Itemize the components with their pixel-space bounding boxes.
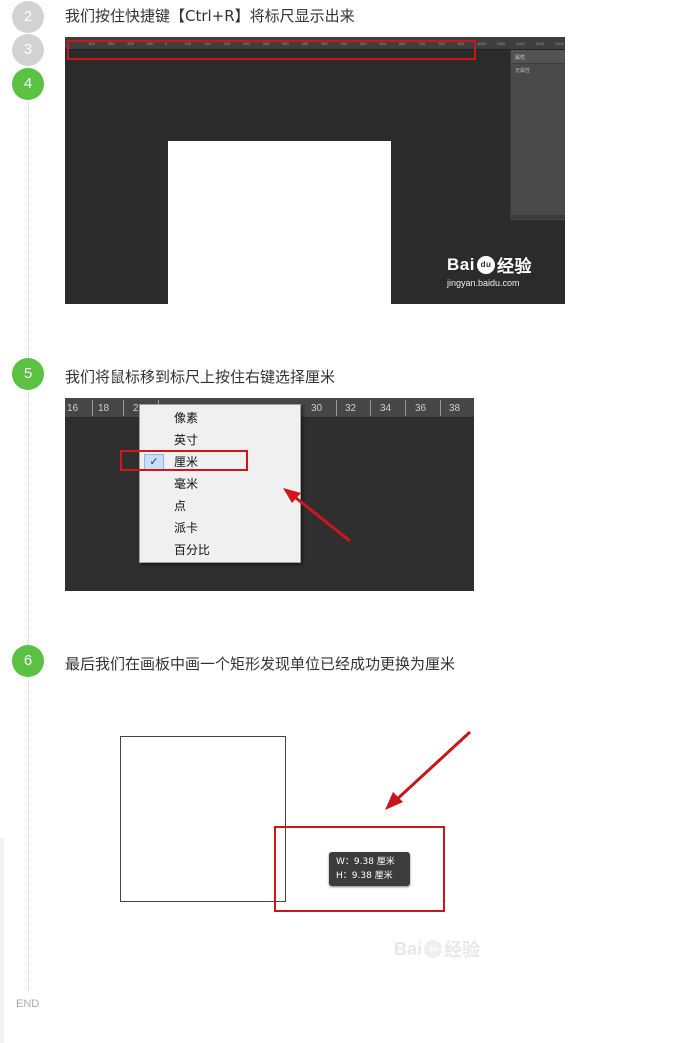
ruler-tick-label: 1200	[555, 41, 564, 46]
watermark-logo: Bai du 经验	[394, 938, 481, 961]
ruler-tick-label: 1100	[516, 41, 525, 46]
step-badge-2: 2	[12, 1, 44, 33]
ruler-highlight-box	[67, 40, 476, 60]
panel-footer	[510, 215, 565, 219]
left-gutter-strip	[0, 838, 4, 1043]
step-badge-5: 5	[12, 358, 44, 390]
watermark-logo: Bai du 经验	[447, 254, 532, 277]
ruler-tick-label: 1150	[535, 41, 545, 46]
pointer-arrow-icon	[283, 488, 351, 543]
step-5-text: 我们将鼠标移到标尺上按住右键选择厘米	[65, 368, 336, 386]
end-label: END	[16, 998, 40, 1010]
screenshot-rectangle-size: W：9.38 厘米 H：9.38 厘米 Bai du 经验	[98, 718, 510, 976]
step-6-text: 最后我们在画板中画一个矩形发现单位已经成功更换为厘米	[65, 655, 456, 673]
watermark-url: jingyan.baidu.com	[447, 278, 520, 288]
step-badge-4: 4	[12, 68, 44, 100]
artboard	[168, 141, 391, 304]
screenshot-ruler-context-menu: 16 18 2 30 32 34 36 38 像素 英寸 ✓ 厘米 毫米点派卡 百分比	[65, 398, 474, 591]
ruler-tick-label: 1000	[477, 41, 486, 46]
properties-panel: 属性 无属性	[510, 50, 565, 220]
screenshot-ruler-shown: -400 -350 -300 -250 0 100 150 200 250 300 350 400 45…	[65, 37, 565, 304]
panel-tab-properties[interactable]: 属性	[511, 50, 565, 64]
paw-icon: du	[476, 255, 495, 274]
step-2-text: 我们按住快捷键【Ctrl+R】将标尺显示出来	[65, 7, 355, 25]
step-badge-6: 6	[12, 645, 44, 677]
baidu-watermark: Bai du 经验 jingyan.baidu.com	[447, 252, 562, 289]
step-badge-3: 3	[12, 34, 44, 66]
paw-icon: du	[424, 940, 443, 958]
panel-row-no-properties: 无属性	[515, 68, 531, 74]
baidu-watermark: Bai du 经验	[394, 936, 480, 962]
ruler-tick-label: 1050	[496, 41, 506, 46]
timeline-dotted-line	[28, 96, 29, 991]
